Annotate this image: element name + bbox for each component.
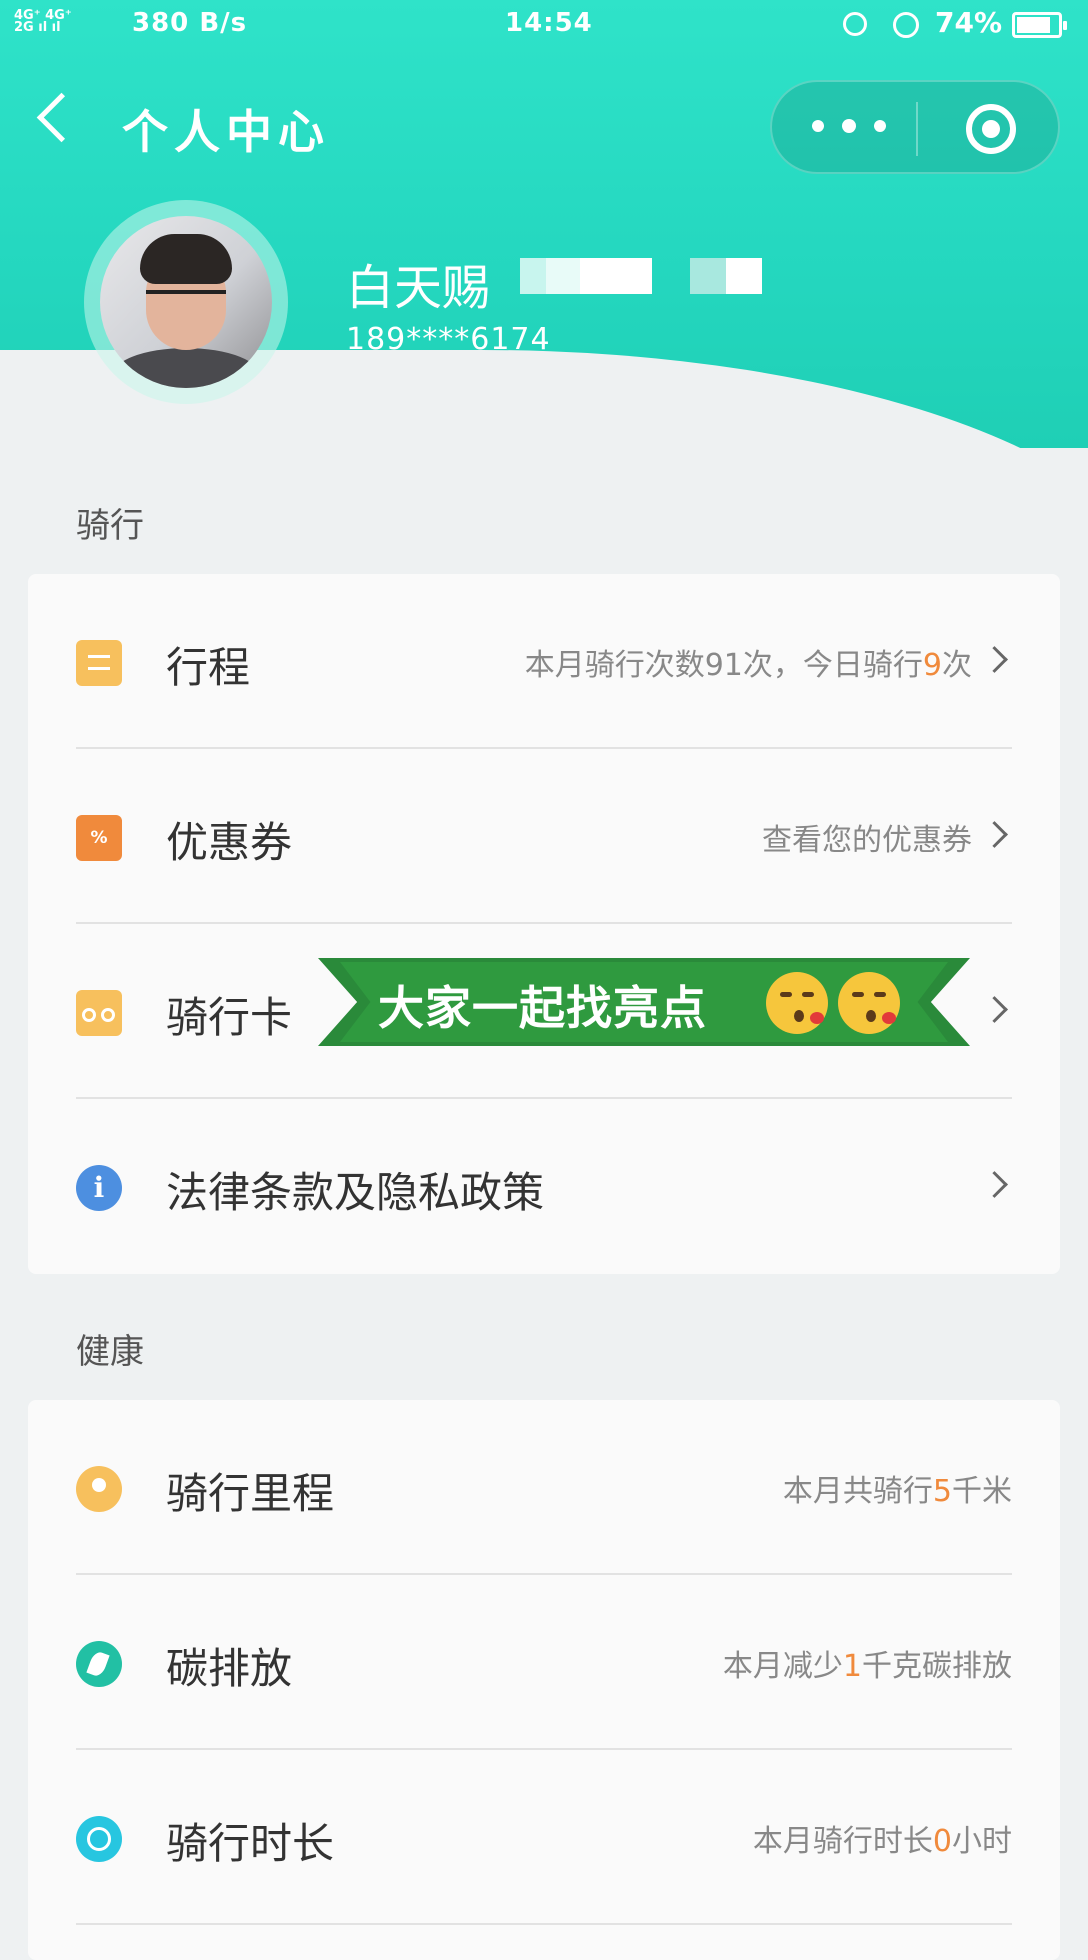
redacted-name-block [546, 258, 580, 294]
back-icon[interactable] [36, 92, 87, 143]
coupon-hint: 查看您的优惠券 [762, 823, 972, 858]
menu-item-label: 骑行时长 [166, 1819, 335, 1868]
menu-item-label: 骑行里程 [166, 1469, 335, 1518]
health-card: 骑行里程 本月共骑行5千米 碳排放 本月减少1千克碳排放 骑行时长 本月骑行时长… [28, 1400, 1060, 1960]
redacted-name-block [726, 258, 762, 294]
rotation-lock-icon [843, 12, 867, 36]
distance-summary: 本月共骑行5千米 [782, 1474, 1012, 1509]
kiss-emoji-icon [838, 972, 900, 1034]
chevron-right-icon [981, 646, 1008, 673]
riding-card: 行程 本月骑行次数91次，今日骑行9次 % 优惠券 查看您的优惠券 骑行卡 i … [28, 574, 1060, 1274]
battery-percent: 74% [935, 6, 1003, 39]
redacted-name-block [520, 258, 546, 294]
menu-item-label: 法律条款及隐私政策 [166, 1168, 545, 1217]
miniprogram-capsule [770, 80, 1060, 174]
close-miniprogram-icon[interactable] [966, 104, 1016, 154]
menu-item-trips[interactable]: 行程 本月骑行次数91次，今日骑行9次 [28, 574, 1060, 749]
kiss-emoji-icon [766, 972, 828, 1034]
info-icon: i [76, 1165, 122, 1211]
menu-item-distance: 骑行里程 本月共骑行5千米 [28, 1400, 1060, 1575]
clock: 14:54 [505, 8, 593, 38]
network-indicator: 4G⁺ 4G⁺ 2G ıl ıl [14, 8, 72, 35]
redacted-name-block [580, 258, 652, 294]
avatar-ring [84, 200, 288, 404]
menu-item-carbon: 碳排放 本月减少1千克碳排放 [28, 1575, 1060, 1750]
username: 白天赐 [346, 260, 491, 316]
bike-card-icon [76, 990, 122, 1036]
capsule-divider [916, 102, 918, 156]
status-bar: 4G⁺ 4G⁺ 2G ıl ıl 380 B/s 14:54 74% [0, 0, 1088, 52]
alarm-icon [893, 12, 919, 38]
section-label-riding: 骑行 [76, 506, 144, 546]
battery-icon [1012, 12, 1067, 38]
location-pin-icon [76, 1466, 122, 1512]
clock-icon [76, 1816, 122, 1862]
carbon-summary: 本月减少1千克碳排放 [722, 1649, 1012, 1684]
menu-item-coupons[interactable]: % 优惠券 查看您的优惠券 [28, 749, 1060, 924]
network-speed: 380 B/s [132, 8, 248, 38]
more-icon[interactable] [812, 117, 892, 137]
redacted-name-block [690, 258, 726, 294]
chevron-right-icon [981, 821, 1008, 848]
menu-item-label: 优惠券 [166, 818, 293, 867]
avatar[interactable] [100, 216, 272, 388]
menu-item-label: 行程 [166, 643, 251, 692]
section-label-health: 健康 [76, 1332, 144, 1372]
chevron-right-icon [981, 996, 1008, 1023]
leaf-icon [76, 1641, 122, 1687]
banner-text: 大家一起找亮点 [378, 981, 707, 1035]
duration-summary: 本月骑行时长0小时 [752, 1824, 1012, 1859]
menu-item-label: 骑行卡 [166, 993, 293, 1042]
menu-item-duration: 骑行时长 本月骑行时长0小时 [28, 1750, 1060, 1925]
menu-item-legal[interactable]: i 法律条款及隐私政策 [28, 1099, 1060, 1274]
phone-number: 189****6174 [346, 322, 551, 357]
page-title: 个人中心 [122, 105, 330, 159]
overlay-banner: 大家一起找亮点 [318, 958, 970, 1046]
profile-header: 4G⁺ 4G⁺ 2G ıl ıl 380 B/s 14:54 74% 个人中心 白… [0, 0, 1088, 448]
coupon-icon: % [76, 815, 122, 861]
chevron-right-icon [981, 1171, 1008, 1198]
trips-icon [76, 640, 122, 686]
menu-item-label: 碳排放 [166, 1644, 293, 1693]
trips-summary: 本月骑行次数91次，今日骑行9次 [524, 648, 972, 683]
